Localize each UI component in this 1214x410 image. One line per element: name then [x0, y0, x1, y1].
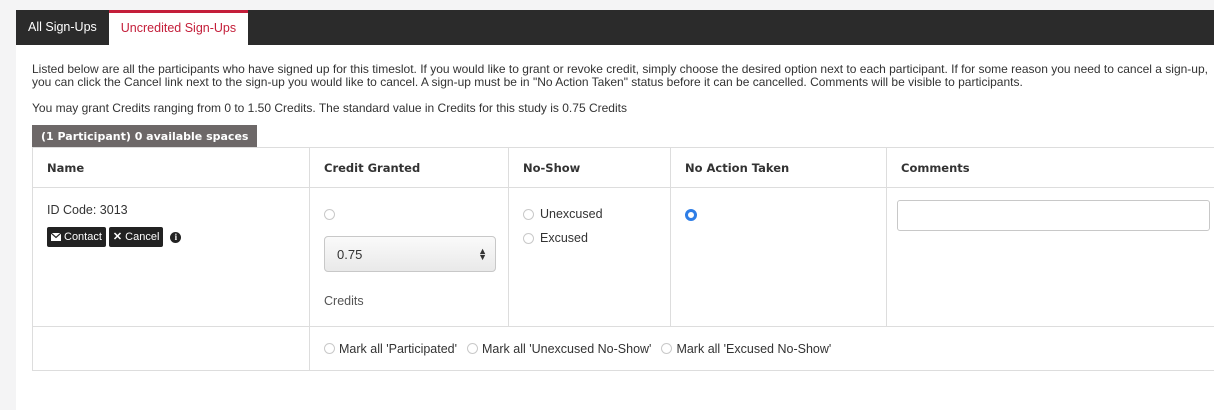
credit-range-text: You may grant Credits ranging from 0 to …	[32, 101, 627, 115]
unexcused-radio[interactable]	[523, 208, 534, 220]
mark-unexcused-label: Mark all 'Unexcused No-Show'	[482, 341, 652, 356]
header-no-show: No-Show	[508, 147, 671, 188]
cancel-label: Cancel	[125, 231, 160, 243]
credit-granted-radio[interactable]	[324, 209, 335, 221]
name-cell: ID Code: 3013 Contact ✕ Cancel i	[32, 187, 310, 327]
no-show-cell: Unexcused Excused	[508, 187, 671, 327]
participant-id: ID Code: 3013	[47, 203, 128, 217]
instructions-text: Listed below are all the participants wh…	[32, 62, 1208, 89]
tab-uncredited-signups[interactable]: Uncredited Sign-Ups	[108, 10, 249, 45]
tab-content: Listed below are all the participants wh…	[16, 63, 1214, 371]
credit-radio-wrap	[324, 207, 508, 221]
no-action-radio-wrap	[685, 207, 886, 221]
signups-panel: All Sign-Ups Uncredited Sign-Ups Listed …	[16, 10, 1214, 410]
header-credit-granted: Credit Granted	[309, 147, 509, 188]
row-actions: Contact ✕ Cancel i	[47, 227, 309, 247]
spaces-badge: (1 Participant) 0 available spaces	[32, 125, 258, 147]
header-name: Name	[32, 147, 310, 188]
up-down-arrows-icon: ▲ ▼	[478, 246, 487, 262]
info-icon[interactable]: i	[170, 231, 182, 243]
credit-select-value: 0.75	[337, 246, 363, 262]
mark-all-participated[interactable]: Mark all 'Participated'	[324, 342, 457, 356]
comment-input[interactable]	[897, 200, 1210, 231]
excused-label: Excused	[540, 231, 588, 245]
mark-participated-radio[interactable]	[324, 343, 335, 354]
header-comments: Comments	[886, 147, 1214, 188]
contact-button[interactable]: Contact	[47, 227, 106, 247]
header-no-action-taken: No Action Taken	[670, 147, 887, 188]
table-row: ID Code: 3013 Contact ✕ Cancel i 0.75 ▲ …	[32, 187, 1214, 327]
signups-table: Name Credit Granted No-Show No Action Ta…	[32, 147, 1214, 371]
excused-option[interactable]: Excused	[523, 231, 670, 245]
mark-participated-label: Mark all 'Participated'	[339, 341, 458, 356]
footer-row: Mark all 'Participated' Mark all 'Unexcu…	[32, 326, 1214, 371]
mark-all-options: Mark all 'Participated' Mark all 'Unexcu…	[324, 342, 1214, 356]
tab-all-signups[interactable]: All Sign-Ups	[16, 10, 109, 45]
mark-unexcused-radio[interactable]	[467, 343, 479, 354]
no-action-radio[interactable]	[685, 208, 697, 221]
comments-cell	[886, 187, 1214, 327]
cancel-button[interactable]: ✕ Cancel	[108, 227, 164, 247]
mark-excused-radio[interactable]	[661, 343, 673, 354]
envelope-icon	[51, 233, 61, 241]
mark-all-unexcused[interactable]: Mark all 'Unexcused No-Show'	[467, 342, 651, 356]
footer-actions-cell: Mark all 'Participated' Mark all 'Unexcu…	[309, 326, 1214, 371]
mark-excused-label: Mark all 'Excused No-Show'	[676, 341, 832, 356]
unexcused-option[interactable]: Unexcused	[523, 207, 670, 221]
tab-bar: All Sign-Ups Uncredited Sign-Ups	[16, 10, 1214, 45]
contact-label: Contact	[64, 231, 102, 243]
no-action-cell	[670, 187, 887, 327]
footer-empty-cell	[32, 326, 310, 371]
credit-cell: 0.75 ▲ ▼ Credits	[309, 187, 509, 327]
excused-radio[interactable]	[523, 232, 534, 244]
mark-all-excused[interactable]: Mark all 'Excused No-Show'	[661, 342, 831, 356]
x-icon: ✕	[112, 231, 123, 243]
credit-select[interactable]: 0.75 ▲ ▼	[324, 236, 496, 272]
unexcused-label: Unexcused	[540, 207, 603, 221]
credits-unit-label: Credits	[324, 294, 364, 308]
table-header-row: Name Credit Granted No-Show No Action Ta…	[32, 147, 1214, 188]
